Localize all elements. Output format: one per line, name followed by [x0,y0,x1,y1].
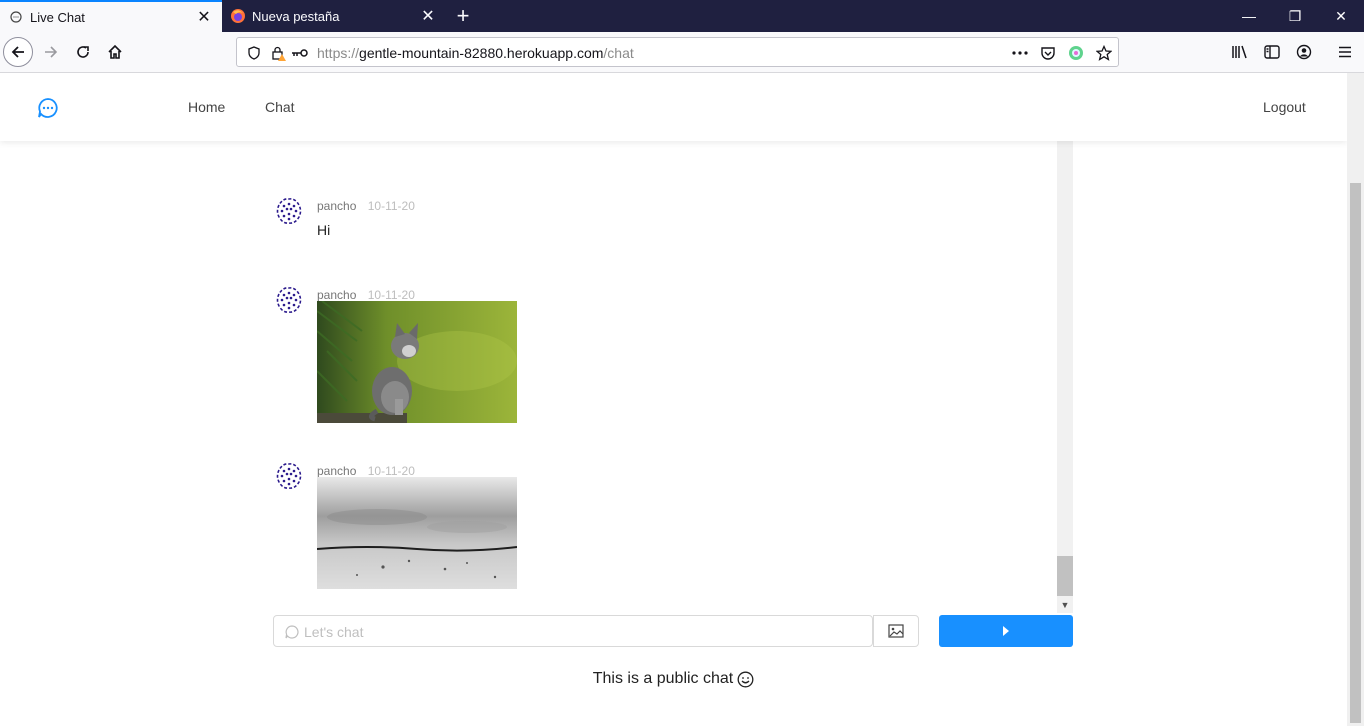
message-date: 10-11-20 [367,464,415,478]
send-button[interactable] [939,615,1073,647]
message-date: 10-11-20 [367,288,415,302]
attach-image-button[interactable] [873,615,919,647]
play-arrow-icon [1003,626,1009,636]
home-icon[interactable] [100,37,130,67]
window-close-icon[interactable]: ✕ [1318,0,1364,32]
image-icon [888,624,904,638]
reload-icon[interactable] [68,37,98,67]
nav-chat-link[interactable]: Chat [265,99,295,115]
avatar [273,460,305,492]
smile-icon [737,671,754,687]
chat-bubble-icon[interactable] [36,96,60,120]
tab-live-chat[interactable]: Live Chat ✕ [0,0,222,32]
web-page: Home Chat Logout pancho 10-11-20 Hi panc… [0,73,1347,726]
message-author: pancho [317,199,357,213]
close-tab-icon[interactable]: ✕ [416,4,440,28]
more-actions-icon[interactable] [1011,44,1029,62]
account-icon[interactable] [1289,37,1319,67]
app-menu-icon[interactable] [1330,37,1360,67]
message-meta: pancho 10-11-20 [317,288,415,302]
avatar [273,284,305,316]
restore-icon[interactable]: ❐ [1272,0,1318,32]
kitten-photo[interactable] [317,301,517,423]
url-text: https://gentle-mountain-82880.herokuapp.… [317,45,634,61]
tab-bar: Live Chat ✕ Nueva pestaña ✕ + — ❐ ✕ [0,0,1364,32]
nav-home-link[interactable]: Home [188,99,225,115]
tab-title: Live Chat [30,9,85,25]
chat-scrollbar[interactable]: ▼ [1057,141,1073,613]
message-meta: pancho 10-11-20 [317,464,415,478]
scroll-down-arrow-icon[interactable]: ▼ [1057,597,1073,613]
extension-icon[interactable] [1067,44,1085,62]
tab-new-tab[interactable]: Nueva pestaña ✕ [222,0,446,32]
site-header: Home Chat Logout [0,73,1347,141]
new-tab-icon[interactable]: + [450,3,476,29]
message-date: 10-11-20 [367,199,415,213]
message-icon [285,625,299,639]
key-icon[interactable] [291,44,309,62]
minimize-icon[interactable]: — [1226,0,1272,32]
sidebar-icon[interactable] [1257,37,1287,67]
message-text: Hi [317,222,331,238]
footer-note: This is a public chat [0,670,1347,688]
message-meta: pancho 10-11-20 [317,199,415,213]
chat-scrollbar-thumb[interactable] [1057,556,1073,596]
page-scrollbar[interactable] [1347,73,1364,726]
water-surface-photo[interactable] [317,477,517,589]
chat-message-list[interactable]: pancho 10-11-20 Hi pancho 10-11-20 panch… [273,141,1073,613]
logout-link[interactable]: Logout [1263,99,1306,115]
lock-warning-icon[interactable] [271,44,289,62]
chat-input-wrapper[interactable] [273,615,873,647]
library-icon[interactable] [1225,37,1255,67]
footer-text: This is a public chat [592,670,734,687]
message-author: pancho [317,288,357,302]
close-tab-icon[interactable]: ✕ [192,5,216,29]
page-scrollbar-thumb[interactable] [1350,183,1361,723]
avatar [273,195,305,227]
message-composer [273,615,1073,647]
message-author: pancho [317,464,357,478]
pocket-icon[interactable] [1039,44,1057,62]
tab-title: Nueva pestaña [252,8,340,24]
forward-icon[interactable] [36,37,66,67]
back-icon[interactable] [3,37,33,67]
navigation-toolbar: https://gentle-mountain-82880.herokuapp.… [0,32,1364,73]
chat-bubble-icon [8,9,24,25]
firefox-icon [230,8,246,24]
shield-icon[interactable] [245,44,263,62]
chat-input[interactable] [304,622,864,642]
bookmark-star-icon[interactable] [1095,44,1113,62]
url-bar[interactable]: https://gentle-mountain-82880.herokuapp.… [236,37,1119,67]
